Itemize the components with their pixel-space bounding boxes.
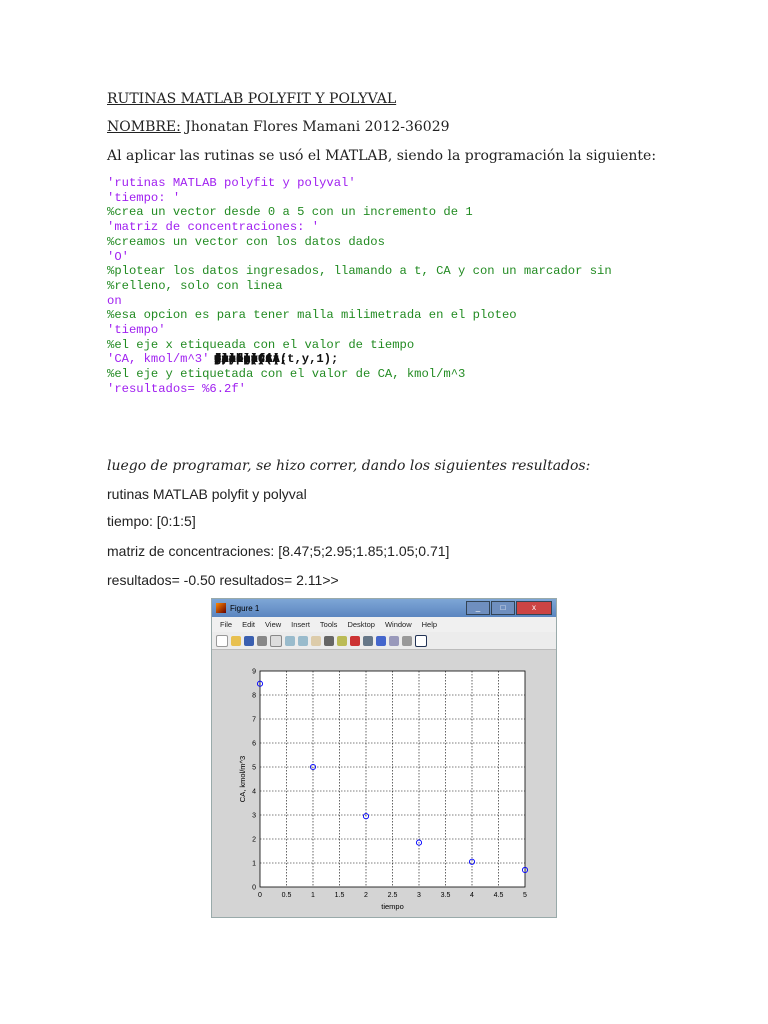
brush-icon[interactable] xyxy=(350,635,360,646)
document-title: RUTINAS MATLAB POLYFIT Y POLYVAL xyxy=(107,91,397,107)
open-icon[interactable] xyxy=(231,635,241,646)
code-line: %plotear los datos ingresados, llamando … xyxy=(107,264,612,279)
code-line: fprintf ('resultados= %6.2f' ,p) xyxy=(107,352,612,397)
code-string: 'O' xyxy=(107,249,129,264)
x-tick-label: 4 xyxy=(470,892,474,899)
colorbar-icon[interactable] xyxy=(376,635,386,646)
x-tick-label: 3 xyxy=(417,892,421,899)
legend-icon[interactable] xyxy=(389,635,399,646)
hide-plot-tools-icon[interactable] xyxy=(402,635,412,646)
zoom-out-icon[interactable] xyxy=(298,635,308,646)
author-name: Jhonatan Flores Mamani 2012-36029 xyxy=(180,119,450,135)
y-tick-label: 3 xyxy=(252,813,256,820)
figure-title: Figure 1 xyxy=(230,603,260,613)
rotate-icon[interactable] xyxy=(324,635,334,646)
output-line: tiempo: [0:1:5] xyxy=(107,513,196,529)
y-tick-label: 2 xyxy=(252,837,256,844)
y-tick-label: 1 xyxy=(252,861,256,868)
y-tick-label: 5 xyxy=(252,765,256,772)
minimize-button[interactable]: _ xyxy=(466,601,490,615)
matlab-code: display('rutinas MATLAB polyfit y polyva… xyxy=(107,176,612,397)
x-axis-label: tiempo xyxy=(381,902,404,911)
menu-tools[interactable]: Tools xyxy=(320,620,338,629)
menu-file[interactable]: File xyxy=(220,620,232,629)
code-line: CA=input('matriz de concentraciones: '); xyxy=(107,220,612,366)
code-line: display('rutinas MATLAB polyfit y polyva… xyxy=(107,176,612,366)
pointer-icon[interactable] xyxy=(270,634,282,647)
y-tick-label: 8 xyxy=(252,693,256,700)
code-code: ,p) xyxy=(214,352,236,366)
output-line: resultados= -0.50 resultados= 2.11>> xyxy=(107,572,339,588)
code-string: 'tiempo: ' xyxy=(107,190,181,205)
scatter-plot: 0 0.5 1 1.5 2 2.5 3 3.5 4 4.5 5 0 1 2 3 4 5 6 7 8 9 tiempo CA,… xyxy=(238,669,529,911)
code-line: plot(t,CA, 'O') xyxy=(107,249,612,366)
code-string: 'CA, kmol/m^3' xyxy=(107,352,210,367)
menu-window[interactable]: Window xyxy=(385,620,412,629)
show-plot-tools-icon[interactable] xyxy=(415,634,427,647)
code-comment: %plotear los datos ingresados, llamando … xyxy=(107,264,612,279)
results-intro: luego de programar, se hizo correr, dand… xyxy=(107,458,591,474)
code-line: ylabel('CA, kmol/m^3') xyxy=(107,352,612,367)
link-icon[interactable] xyxy=(363,635,373,646)
menu-view[interactable]: View xyxy=(265,620,281,629)
pan-icon[interactable] xyxy=(311,635,321,646)
figure-toolbar xyxy=(212,632,556,650)
close-button[interactable]: x xyxy=(516,601,552,615)
output-line: rutinas MATLAB polyfit y polyval xyxy=(107,486,307,502)
figure-titlebar: Figure 1 _ □ x xyxy=(212,599,556,617)
author-line: NOMBRE: Jhonatan Flores Mamani 2012-3602… xyxy=(107,119,450,135)
code-comment: %el eje x etiqueada con el valor de tiem… xyxy=(107,337,415,352)
maximize-button[interactable]: □ xyxy=(491,601,515,615)
intro-text: Al aplicar las rutinas se usó el MATLAB,… xyxy=(107,148,657,164)
x-tick-label: 1.5 xyxy=(335,892,345,899)
x-tick-label: 0 xyxy=(258,892,262,899)
code-line: %esa opcion es para tener malla milimetr… xyxy=(107,308,612,323)
code-comment: %esa opcion es para tener malla milimetr… xyxy=(107,308,517,323)
code-line: %crea un vector desde 0 a 5 con un incre… xyxy=(107,205,612,220)
output-line: matriz de concentraciones: [8.47;5;2.95;… xyxy=(107,543,450,559)
y-tick-label: 6 xyxy=(252,741,256,748)
code-comment: %crea un vector desde 0 a 5 con un incre… xyxy=(107,205,473,220)
code-line: %el eje y etiquetada con el valor de CA,… xyxy=(107,367,612,382)
figure-menubar: File Edit View Insert Tools Desktop Window Help xyxy=(212,617,556,632)
code-string: 'tiempo' xyxy=(107,323,166,338)
code-string: 'matriz de concentraciones: ' xyxy=(107,220,320,235)
matlab-figure-window: Figure 1 _ □ x File Edit View Insert Tools De… xyxy=(211,598,557,918)
zoom-in-icon[interactable] xyxy=(285,635,295,646)
print-icon[interactable] xyxy=(257,635,267,646)
code-keyword: on xyxy=(107,293,122,308)
menu-help[interactable]: Help xyxy=(422,620,437,629)
x-tick-label: 2 xyxy=(364,892,368,899)
y-tick-label: 0 xyxy=(252,885,256,892)
code-line: t=input('tiempo: '); xyxy=(107,190,612,366)
name-label: NOMBRE: xyxy=(107,119,181,135)
menu-insert[interactable]: Insert xyxy=(291,620,310,629)
y-tick-label: 4 xyxy=(252,789,256,796)
code-comment: %creamos un vector con los datos dados xyxy=(107,234,385,249)
code-comment: %relleno, solo con linea xyxy=(107,278,283,293)
code-line: grid on xyxy=(107,293,612,366)
code-comment: %el eje y etiquetada con el valor de CA,… xyxy=(107,367,466,382)
code-line: %el eje x etiqueada con el valor de tiem… xyxy=(107,338,612,353)
matlab-icon xyxy=(216,603,226,613)
code-line: %relleno, solo con linea xyxy=(107,279,612,294)
x-tick-label: 0.5 xyxy=(282,892,292,899)
y-axis-label: CA, kmol/m^3 xyxy=(238,756,247,802)
x-tick-label: 2.5 xyxy=(388,892,398,899)
y-tick-label: 7 xyxy=(252,717,256,724)
menu-desktop[interactable]: Desktop xyxy=(347,620,375,629)
code-string: 'rutinas MATLAB polyfit y polyval' xyxy=(107,176,356,190)
code-line: %creamos un vector con los datos dados xyxy=(107,235,612,250)
x-tick-label: 4.5 xyxy=(494,892,504,899)
x-tick-label: 1 xyxy=(311,892,315,899)
code-line: xlabel('tiempo') xyxy=(107,323,612,366)
code-string: 'resultados= %6.2f' xyxy=(107,381,246,396)
menu-edit[interactable]: Edit xyxy=(242,620,255,629)
new-file-icon[interactable] xyxy=(216,634,228,647)
x-tick-label: 5 xyxy=(523,892,527,899)
data-cursor-icon[interactable] xyxy=(337,635,347,646)
x-tick-label: 3.5 xyxy=(441,892,451,899)
save-icon[interactable] xyxy=(244,635,254,646)
y-tick-label: 9 xyxy=(252,669,256,676)
